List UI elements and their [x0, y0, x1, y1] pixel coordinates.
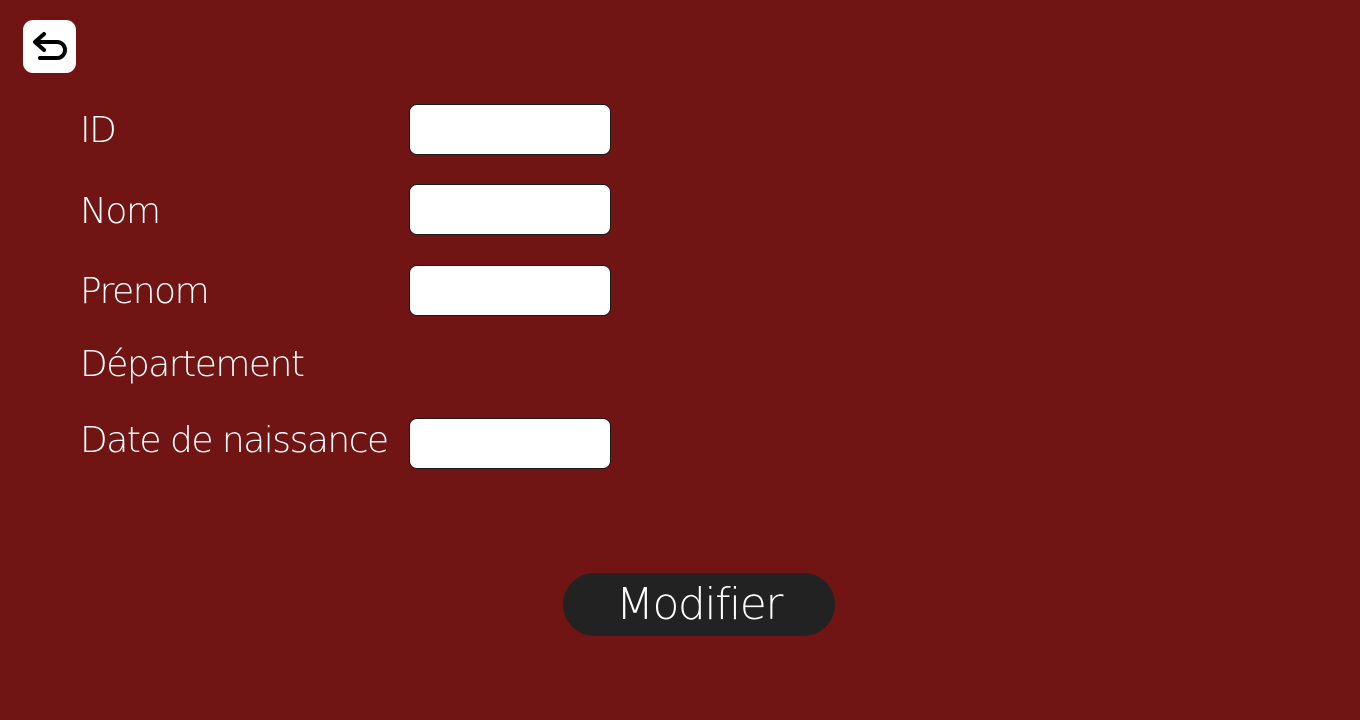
back-button[interactable]	[23, 20, 76, 73]
date-naissance-input[interactable]	[409, 418, 611, 469]
prenom-label: Prenom	[80, 271, 210, 312]
back-arrow-icon	[31, 31, 69, 63]
date-naissance-label: Date de naissance	[80, 420, 389, 461]
nom-input[interactable]	[409, 184, 611, 235]
id-label: ID	[80, 110, 117, 151]
prenom-input[interactable]	[409, 265, 611, 316]
departement-label: Département	[80, 344, 305, 385]
id-input[interactable]	[409, 104, 611, 155]
modifier-button[interactable]: Modifier	[563, 573, 835, 636]
nom-label: Nom	[80, 191, 161, 232]
